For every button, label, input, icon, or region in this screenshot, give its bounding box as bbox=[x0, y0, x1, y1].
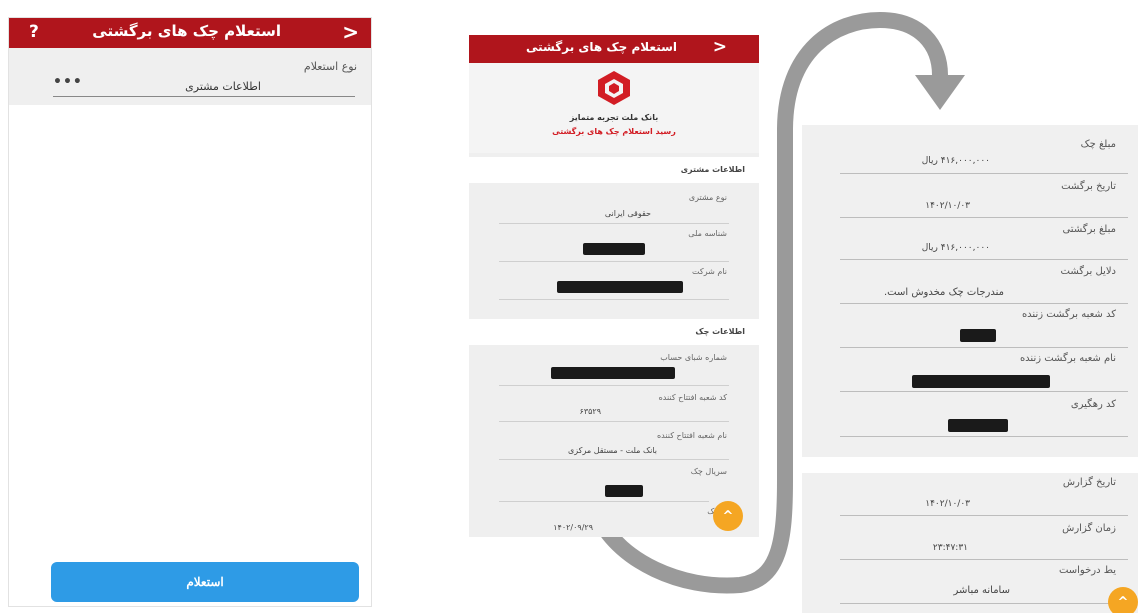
redacted-returning-branch-name bbox=[912, 375, 1050, 388]
page-title: استعلام چک های برگشتی bbox=[92, 22, 281, 40]
opening-branch-code-label: کد شعبه افتتاح کننده bbox=[658, 393, 727, 402]
customer-type-label: نوع مشتری bbox=[688, 193, 727, 202]
inquiry-form-screen: ? استعلام چک های برگشتی > نوع استعلام ••… bbox=[8, 17, 372, 607]
check-serial-label: سریال چک bbox=[690, 467, 727, 476]
returning-branch-code-label: کد شعبه برگشت زننده bbox=[1021, 309, 1116, 320]
request-channel-value: سامانه مباشر bbox=[953, 585, 1010, 596]
return-amount-label: مبلغ برگشتی bbox=[1062, 224, 1116, 235]
inquiry-type-label: نوع استعلام bbox=[303, 60, 357, 73]
redacted-check-serial bbox=[605, 485, 643, 497]
row-divider bbox=[840, 559, 1128, 560]
check-amount-label: مبلغ چک bbox=[1080, 139, 1116, 150]
report-date-value: ۱۴۰۲/۱۰/۰۳ bbox=[925, 499, 970, 509]
field-underline bbox=[53, 96, 355, 97]
row-divider bbox=[499, 223, 729, 224]
opening-branch-code-value: ۶۳۵۲۹ bbox=[579, 407, 601, 416]
app-header: استعلام چک های برگشتی > bbox=[469, 35, 759, 63]
scroll-to-top-button[interactable]: ^ bbox=[713, 501, 743, 531]
row-divider bbox=[499, 459, 729, 460]
check-info-section-header: اطلاعات چک bbox=[469, 319, 759, 345]
redacted-returning-branch-code bbox=[960, 329, 996, 342]
receipt-title: رسید استعلام چک های برگشتی bbox=[552, 127, 676, 136]
row-divider bbox=[840, 603, 1128, 604]
redacted-sheba-number bbox=[551, 367, 675, 379]
row-divider bbox=[840, 347, 1128, 348]
customer-info-section-header: اطلاعات مشتری bbox=[469, 157, 759, 183]
more-options-icon[interactable]: ••• bbox=[53, 74, 83, 90]
return-date-label: تاریخ برگشت bbox=[1061, 181, 1116, 192]
back-chevron-icon[interactable]: > bbox=[713, 37, 727, 57]
check-amount-value: ۴۱۶,۰۰۰,۰۰۰ ریال bbox=[921, 156, 990, 166]
inquiry-submit-button[interactable]: استعلام bbox=[51, 562, 359, 602]
app-header: ? استعلام چک های برگشتی > bbox=[9, 18, 371, 48]
opening-branch-name-label: نام شعبه افتتاح کننده bbox=[656, 431, 727, 440]
section-gap bbox=[802, 457, 1138, 473]
row-divider bbox=[840, 259, 1128, 260]
check-date-value: ۱۴۰۲/۰۹/۲۹ bbox=[553, 523, 593, 532]
redacted-national-id bbox=[583, 243, 645, 255]
row-divider bbox=[840, 173, 1128, 174]
tracking-code-label: کد رهگیری bbox=[1070, 399, 1116, 410]
redacted-tracking-code bbox=[948, 419, 1008, 432]
row-divider bbox=[499, 421, 729, 422]
return-reasons-label: دلایل برگشت bbox=[1060, 266, 1117, 277]
report-date-label: تاریخ گزارش bbox=[1062, 477, 1116, 488]
row-divider bbox=[840, 515, 1128, 516]
row-divider bbox=[499, 299, 729, 300]
report-time-label: زمان گزارش bbox=[1062, 523, 1116, 534]
row-divider bbox=[499, 501, 709, 502]
row-divider bbox=[840, 303, 1128, 304]
help-icon[interactable]: ? bbox=[29, 22, 39, 42]
receipt-screen-bottom: مبلغ چک ۴۱۶,۰۰۰,۰۰۰ ریال تاریخ برگشت ۱۴۰… bbox=[802, 125, 1138, 613]
inquiry-type-value[interactable]: اطلاعات مشتری bbox=[185, 80, 261, 93]
inquiry-type-field[interactable]: نوع استعلام ••• اطلاعات مشتری bbox=[9, 48, 371, 105]
opening-branch-name-value: بانک ملت - مستقل مرکزی bbox=[567, 446, 657, 455]
redacted-company-name bbox=[557, 281, 683, 293]
receipt-header bbox=[469, 63, 759, 153]
row-divider bbox=[499, 261, 729, 262]
report-time-value: ۲۳:۴۷:۳۱ bbox=[932, 543, 968, 553]
section-title: اطلاعات مشتری bbox=[680, 165, 745, 174]
row-divider bbox=[840, 436, 1128, 437]
returning-branch-name-label: نام شعبه برگشت زننده bbox=[1019, 353, 1116, 364]
bank-mellat-logo-icon bbox=[598, 71, 630, 105]
return-reasons-value: مندرجات چک مخدوش است. bbox=[883, 287, 1004, 298]
sheba-label: شماره شبای حساب bbox=[660, 353, 727, 362]
return-amount-value: ۴۱۶,۰۰۰,۰۰۰ ریال bbox=[921, 243, 990, 253]
return-date-value: ۱۴۰۲/۱۰/۰۳ bbox=[925, 201, 970, 211]
receipt-screen-top: استعلام چک های برگشتی > بانک ملت تجربه م… bbox=[469, 35, 759, 537]
section-title: اطلاعات چک bbox=[695, 327, 745, 336]
form-body bbox=[9, 105, 371, 606]
scroll-to-top-button[interactable]: ^ bbox=[1108, 587, 1138, 613]
page-title: استعلام چک های برگشتی bbox=[526, 40, 677, 54]
customer-type-value: حقوقی ایرانی bbox=[604, 209, 651, 218]
row-divider bbox=[499, 385, 729, 386]
request-channel-label: یط درخواست bbox=[1058, 565, 1116, 576]
company-name-label: نام شرکت bbox=[692, 267, 727, 276]
row-divider bbox=[840, 217, 1128, 218]
bank-name: بانک ملت تجربه متمایز bbox=[569, 113, 659, 122]
row-divider bbox=[840, 391, 1128, 392]
national-id-label: شناسه ملی bbox=[688, 229, 727, 238]
back-chevron-icon[interactable]: > bbox=[342, 20, 359, 44]
